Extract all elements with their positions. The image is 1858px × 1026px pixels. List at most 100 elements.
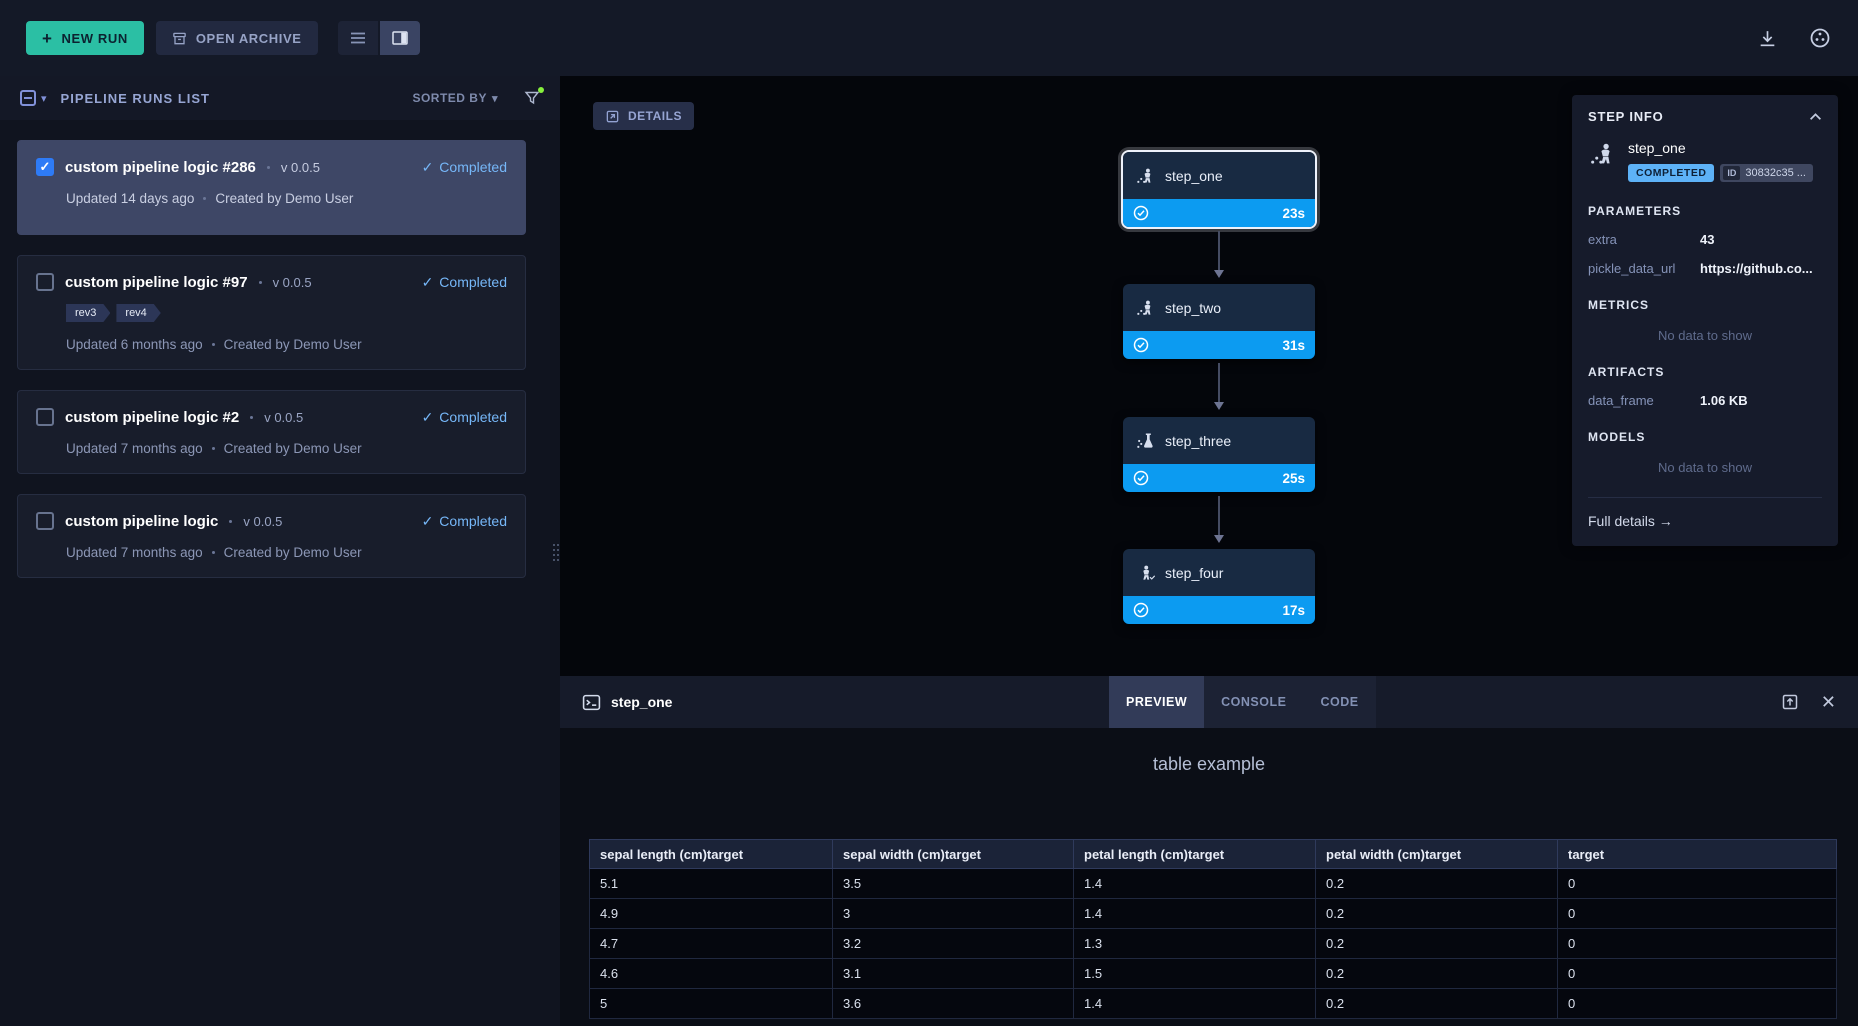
chevron-up-icon[interactable]: [1809, 112, 1822, 121]
open-archive-button[interactable]: OPEN ARCHIVE: [156, 21, 318, 55]
run-checkbox[interactable]: [36, 512, 54, 530]
edge-arrow: [1218, 231, 1220, 275]
run-created-by: Created by Demo User: [215, 191, 353, 206]
download-icon[interactable]: [1757, 28, 1778, 49]
check-icon: ✓: [422, 513, 434, 530]
table-header-cell[interactable]: petal width (cm)target: [1316, 840, 1558, 869]
table-cell: 1.5: [1074, 959, 1316, 989]
run-card[interactable]: custom pipeline logic v 0.0.5 ✓ Complete…: [17, 494, 526, 578]
step-icon: [1135, 166, 1155, 186]
parameter-row: extra 43: [1588, 232, 1822, 247]
node-step-four[interactable]: step_four 17s: [1123, 549, 1315, 624]
dot-separator: [212, 447, 215, 450]
id-badge[interactable]: ID 30832c35 ...: [1720, 164, 1813, 182]
tab-preview[interactable]: PREVIEW: [1109, 676, 1204, 728]
runs-list: ✓ custom pipeline logic #286 v 0.0.5 ✓ C…: [0, 120, 560, 578]
tab-console[interactable]: CONSOLE: [1204, 676, 1303, 728]
table-cell: 1.4: [1074, 899, 1316, 929]
table-row: 5.1 3.5 1.4 0.2 0: [590, 869, 1837, 899]
table-cell: 4.7: [590, 929, 833, 959]
split-view-toggle[interactable]: [380, 21, 420, 55]
artifact-value: 1.06 KB: [1700, 393, 1822, 408]
table-cell: 0.2: [1316, 929, 1558, 959]
artifact-row: data_frame 1.06 KB: [1588, 393, 1822, 408]
run-checkbox[interactable]: [36, 408, 54, 426]
run-checkbox[interactable]: [36, 273, 54, 291]
id-value: 30832c35 ...: [1745, 167, 1806, 179]
preview-step-name: step_one: [611, 694, 672, 710]
dot-separator: [267, 166, 270, 169]
dot-separator: [259, 281, 262, 284]
filter-button[interactable]: [524, 90, 540, 106]
run-card[interactable]: custom pipeline logic #97 v 0.0.5 ✓ Comp…: [17, 255, 526, 370]
run-status: ✓ Completed: [422, 274, 507, 291]
table-cell: 0: [1558, 869, 1837, 899]
parameter-value: 43: [1700, 232, 1822, 247]
table-cell: 3: [833, 899, 1074, 929]
sidebar-title: PIPELINE RUNS LIST: [61, 91, 210, 106]
step-icon: [1588, 140, 1616, 182]
table-header-row: sepal length (cm)target sepal width (cm)…: [590, 840, 1837, 869]
edge-arrow: [1218, 363, 1220, 407]
check-icon: ✓: [422, 159, 434, 176]
run-created-by: Created by Demo User: [224, 545, 362, 560]
table-cell: 0: [1558, 989, 1837, 1019]
table-header-cell[interactable]: petal length (cm)target: [1074, 840, 1316, 869]
table-view-toggle[interactable]: [338, 21, 378, 55]
app-logo-icon[interactable]: [1808, 26, 1832, 50]
table-header-cell[interactable]: sepal length (cm)target: [590, 840, 833, 869]
run-meta: Updated 7 months ago Created by Demo Use…: [66, 545, 507, 560]
details-icon: [605, 109, 620, 124]
close-icon[interactable]: ✕: [1821, 693, 1836, 711]
table-header-cell[interactable]: target: [1558, 840, 1837, 869]
node-step-two[interactable]: step_two 31s: [1123, 284, 1315, 359]
full-details-link[interactable]: Full details →: [1588, 513, 1673, 529]
run-status: ✓ Completed: [422, 513, 507, 530]
edge-arrow: [1218, 496, 1220, 540]
table-cell: 5.1: [590, 869, 833, 899]
table-cell: 0.2: [1316, 989, 1558, 1019]
step-info-panel: STEP INFO step_one COMPLETED ID 30832c35…: [1572, 95, 1838, 546]
table-row: 4.6 3.1 1.5 0.2 0: [590, 959, 1837, 989]
new-run-button[interactable]: + NEW RUN: [26, 21, 144, 55]
open-in-popup-icon[interactable]: [1781, 693, 1799, 711]
archive-icon: [172, 31, 187, 46]
run-card[interactable]: ✓ custom pipeline logic #286 v 0.0.5 ✓ C…: [17, 140, 526, 235]
sidebar-resize-handle[interactable]: [552, 540, 562, 568]
table-cell: 0: [1558, 929, 1837, 959]
sorted-by-dropdown[interactable]: SORTED BY ▾: [412, 91, 498, 105]
run-card[interactable]: custom pipeline logic #2 v 0.0.5 ✓ Compl…: [17, 390, 526, 474]
run-name: custom pipeline logic #286: [65, 159, 256, 176]
run-checkbox[interactable]: ✓: [36, 158, 54, 176]
run-meta: Updated 14 days ago Created by Demo User: [66, 191, 507, 206]
table-cell: 0.2: [1316, 959, 1558, 989]
node-step-one[interactable]: step_one 23s: [1123, 152, 1315, 227]
tab-code[interactable]: CODE: [1303, 676, 1375, 728]
table-header-cell[interactable]: sepal width (cm)target: [833, 840, 1074, 869]
tag[interactable]: rev3: [66, 304, 110, 322]
id-icon: ID: [1723, 166, 1740, 180]
parameter-row: pickle_data_url https://github.co...: [1588, 261, 1822, 276]
node-label: step_four: [1165, 565, 1223, 581]
run-version: v 0.0.5: [273, 275, 312, 290]
table-cell: 4.9: [590, 899, 833, 929]
details-button[interactable]: DETAILS: [593, 102, 694, 130]
artifact-key: data_frame: [1588, 393, 1700, 408]
open-archive-label: OPEN ARCHIVE: [196, 31, 302, 46]
tag[interactable]: rev4: [116, 304, 160, 322]
run-meta: Updated 7 months ago Created by Demo Use…: [66, 441, 507, 456]
metrics-section-title: METRICS: [1588, 298, 1822, 312]
caret-down-icon[interactable]: ▾: [41, 92, 47, 105]
run-name: custom pipeline logic: [65, 513, 218, 530]
node-step-three[interactable]: step_three 25s: [1123, 417, 1315, 492]
table-cell: 1.4: [1074, 989, 1316, 1019]
run-created-by: Created by Demo User: [224, 441, 362, 456]
table-cell: 5: [590, 989, 833, 1019]
preview-table: sepal length (cm)target sepal width (cm)…: [589, 839, 1837, 1019]
node-duration: 31s: [1282, 338, 1305, 353]
run-updated: Updated 7 months ago: [66, 441, 203, 456]
select-all-checkbox[interactable]: [20, 90, 36, 106]
check-circle-icon: [1133, 470, 1149, 486]
plus-icon: +: [42, 30, 53, 47]
run-created-by: Created by Demo User: [224, 337, 362, 352]
